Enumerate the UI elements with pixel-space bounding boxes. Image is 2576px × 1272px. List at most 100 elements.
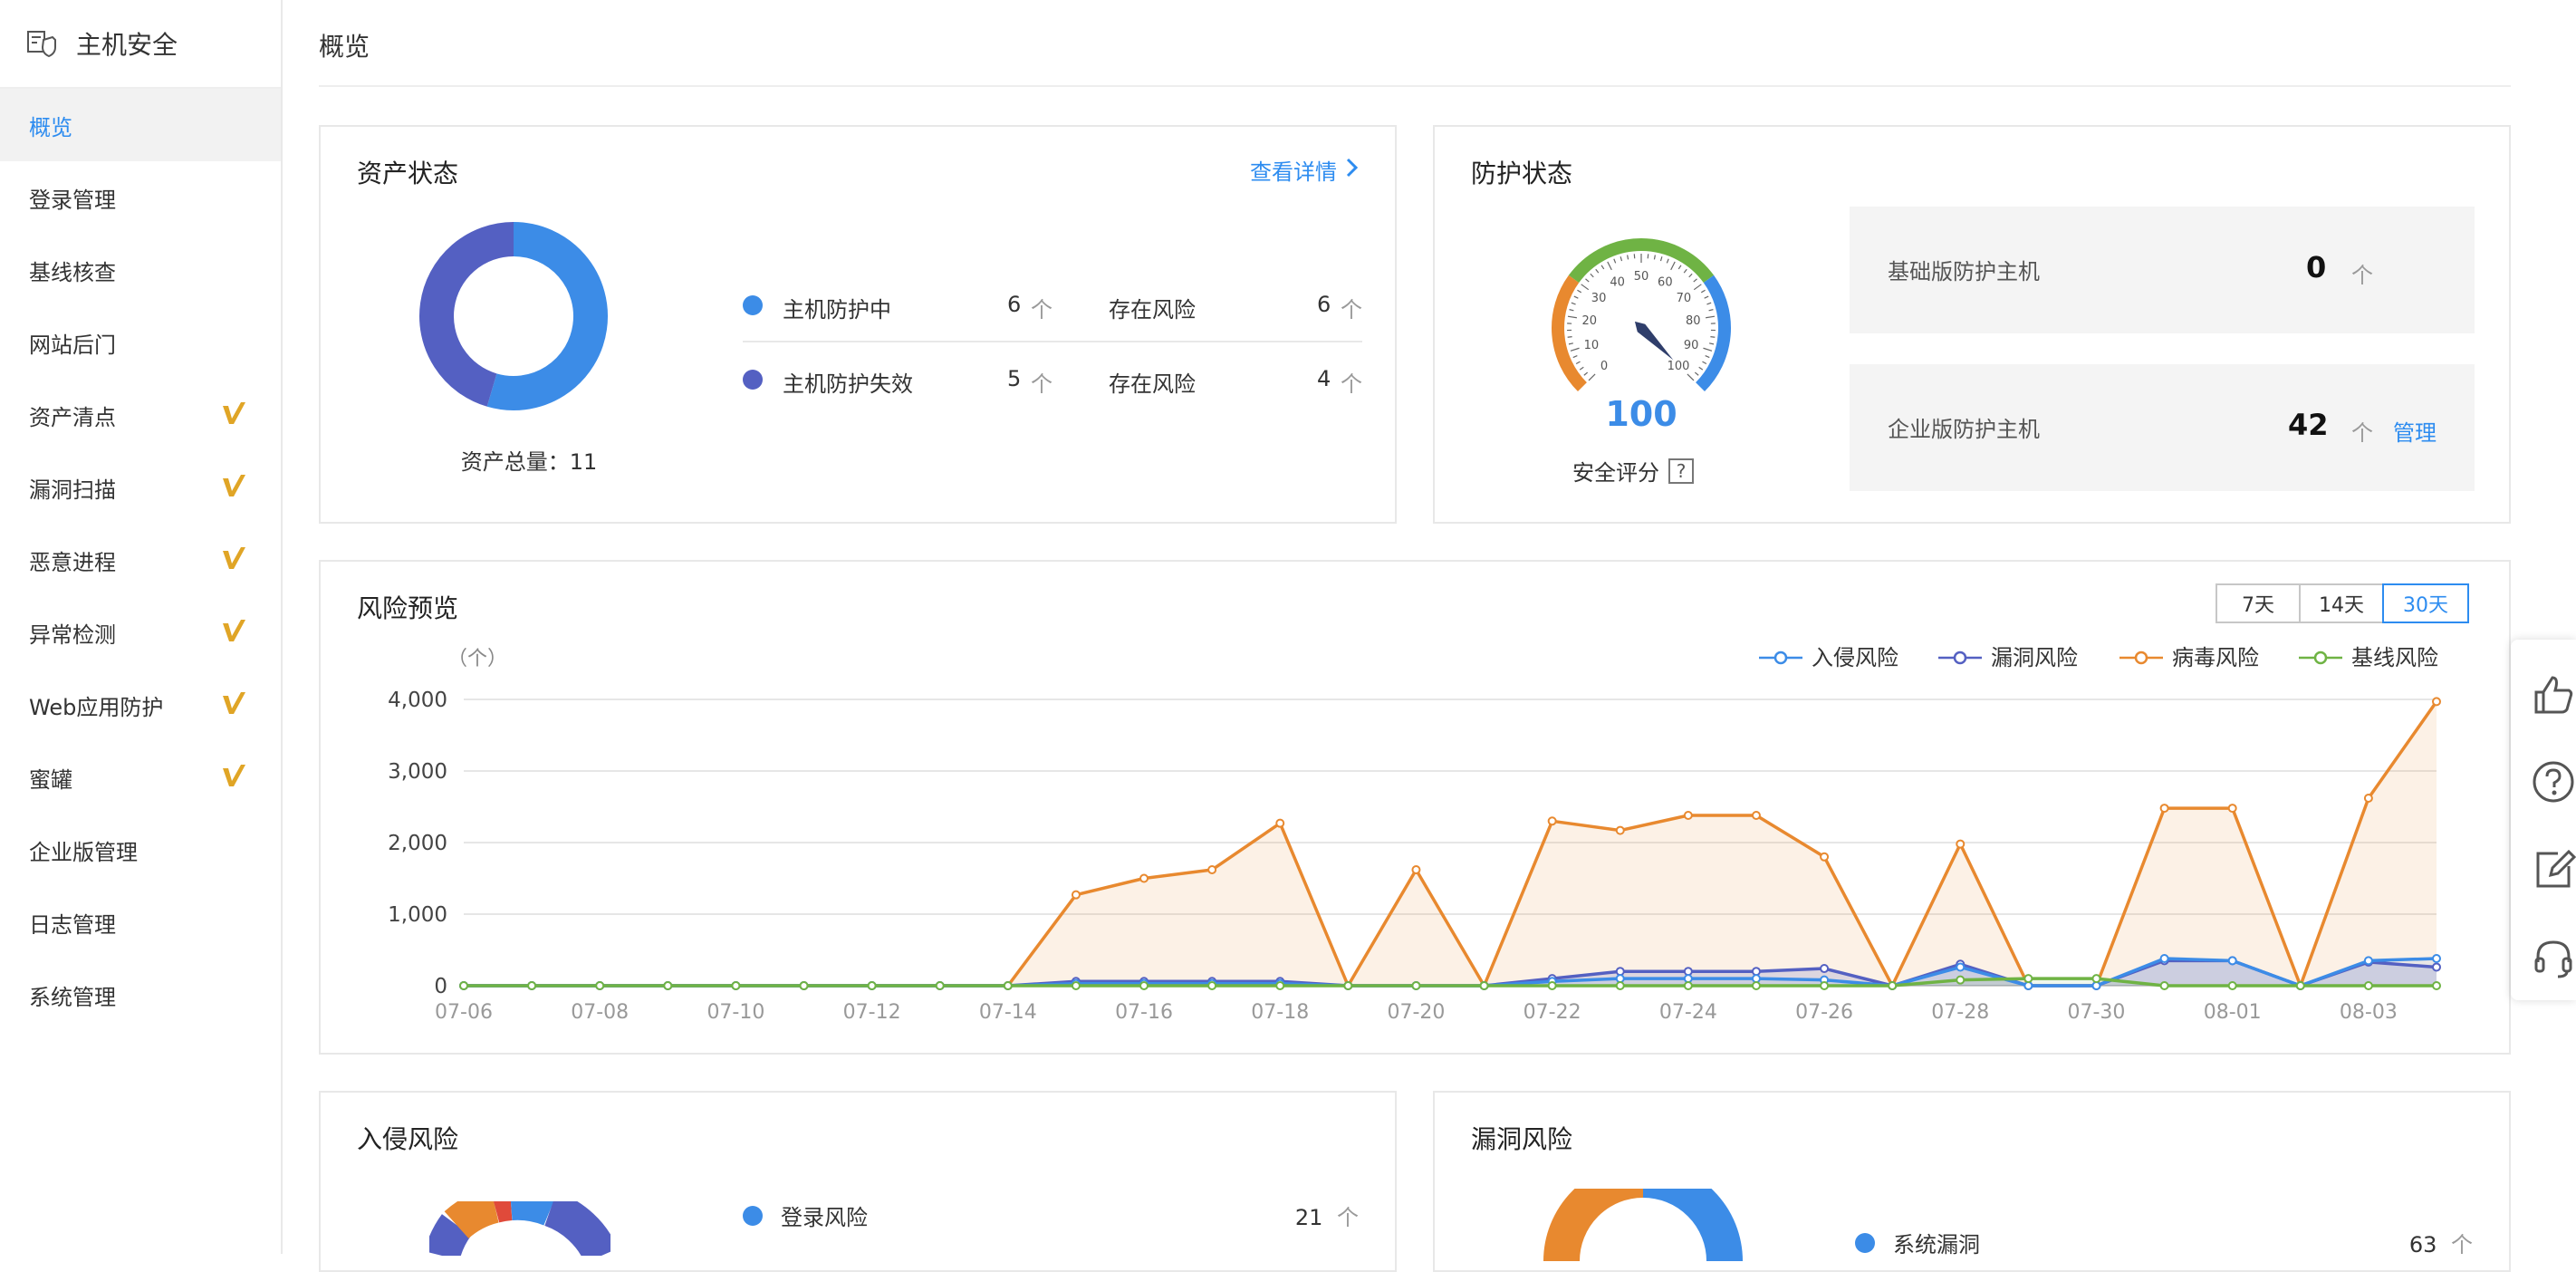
sidebar-item[interactable]: Web应用防护 bbox=[0, 669, 281, 741]
sidebar-item-label: 蜜罐 bbox=[29, 762, 72, 794]
help-circle-icon[interactable] bbox=[2531, 759, 2576, 805]
customer-service-icon[interactable] bbox=[2531, 935, 2576, 980]
chevron-right-icon bbox=[1346, 158, 1359, 183]
x-tick-label: 07-08 bbox=[571, 1001, 629, 1024]
sidebar-item[interactable]: 恶意进程 bbox=[0, 524, 281, 596]
time-range-tab[interactable]: 30天 bbox=[2382, 583, 2469, 623]
gauge-tick bbox=[1684, 269, 1687, 273]
data-point bbox=[1956, 977, 1964, 984]
thumbs-up-icon[interactable] bbox=[2531, 672, 2576, 718]
legend-marker bbox=[2315, 652, 2326, 663]
gauge-tick bbox=[1620, 256, 1621, 261]
sidebar-item[interactable]: 系统管理 bbox=[0, 959, 281, 1031]
edit-feedback-icon[interactable] bbox=[2531, 846, 2576, 891]
protection-status-title: 防护状态 bbox=[1471, 154, 1572, 190]
data-point bbox=[2161, 982, 2168, 989]
sidebar-item[interactable]: 登录管理 bbox=[0, 161, 281, 234]
legend-dot bbox=[743, 295, 763, 315]
vip-badge-icon bbox=[221, 690, 246, 721]
gauge-tick bbox=[1584, 372, 1588, 375]
view-details-link[interactable]: 查看详情 bbox=[1250, 154, 1359, 186]
asset-donut-chart bbox=[418, 221, 609, 411]
data-point bbox=[1140, 982, 1148, 989]
data-point bbox=[2433, 698, 2440, 705]
asset-row: 主机防护失效5个存在风险4个 bbox=[743, 366, 1362, 393]
data-point bbox=[2161, 805, 2168, 812]
data-point bbox=[1753, 982, 1760, 989]
asset-row-divider bbox=[743, 341, 1362, 342]
gauge-tick bbox=[1608, 262, 1612, 270]
gauge-tick bbox=[1576, 361, 1580, 363]
gauge-tick bbox=[1628, 255, 1629, 259]
sidebar-item-label: 资产清点 bbox=[29, 400, 116, 431]
gauge-tick bbox=[1701, 290, 1705, 293]
sidebar-item[interactable]: 蜜罐 bbox=[0, 741, 281, 814]
legend-item[interactable]: 基线风险 bbox=[2299, 645, 2438, 670]
manage-link[interactable]: 管理 bbox=[2393, 415, 2437, 447]
data-point bbox=[2092, 975, 2100, 982]
sidebar-item-label: 企业版管理 bbox=[29, 834, 138, 866]
asset-row-risk-count: 4 bbox=[1317, 366, 1331, 391]
basic-protection-count: 0 bbox=[2306, 250, 2326, 284]
data-point bbox=[2229, 982, 2236, 989]
vuln-risk-card: 漏洞风险 系统漏洞 63 个 bbox=[1433, 1091, 2511, 1272]
data-point bbox=[596, 982, 603, 989]
gauge-tick bbox=[1581, 284, 1589, 290]
intrusion-risk-card: 入侵风险 登录风险 21 个 bbox=[319, 1091, 1397, 1272]
asset-row-name: 主机防护失效 bbox=[783, 366, 913, 398]
data-point bbox=[937, 982, 944, 989]
sidebar-item-label: 系统管理 bbox=[29, 979, 116, 1011]
x-tick-label: 07-10 bbox=[706, 1001, 764, 1024]
sidebar-item[interactable]: 日志管理 bbox=[0, 886, 281, 959]
floating-toolbar bbox=[2511, 640, 2576, 1000]
gauge-tick-label: 80 bbox=[1686, 314, 1701, 328]
data-point bbox=[460, 982, 467, 989]
host-security-icon bbox=[25, 27, 58, 60]
gauge-tick-label: 70 bbox=[1677, 292, 1692, 305]
x-tick-label: 07-06 bbox=[435, 1001, 493, 1024]
intrusion-risk-title: 入侵风险 bbox=[357, 1120, 458, 1156]
sidebar-item-label: 恶意进程 bbox=[29, 544, 116, 576]
login-risk-label: 登录风险 bbox=[781, 1200, 868, 1231]
y-tick-label: 4,000 bbox=[388, 689, 447, 712]
asset-status-title: 资产状态 bbox=[357, 154, 458, 190]
gauge-tick bbox=[1573, 356, 1578, 358]
sidebar-title: 主机安全 bbox=[76, 25, 178, 62]
legend-item[interactable]: 漏洞风险 bbox=[1938, 645, 2078, 670]
sidebar-item[interactable]: 基线核查 bbox=[0, 234, 281, 306]
intrusion-donut-chart bbox=[429, 1201, 610, 1256]
sidebar: 主机安全 概览登录管理基线核查网站后门资产清点漏洞扫描恶意进程异常检测Web应用… bbox=[0, 0, 283, 1254]
legend-item[interactable]: 病毒风险 bbox=[2119, 645, 2259, 670]
sidebar-item[interactable]: 漏洞扫描 bbox=[0, 451, 281, 524]
intrusion-item-login: 登录风险 bbox=[743, 1200, 868, 1231]
legend-dot bbox=[743, 1206, 763, 1226]
data-point bbox=[1208, 866, 1216, 873]
sidebar-item[interactable]: 网站后门 bbox=[0, 306, 281, 379]
data-point bbox=[2297, 982, 2304, 989]
legend-item[interactable]: 入侵风险 bbox=[1759, 645, 1898, 670]
x-tick-label: 07-12 bbox=[843, 1001, 901, 1024]
sidebar-menu: 概览登录管理基线核查网站后门资产清点漏洞扫描恶意进程异常检测Web应用防护蜜罐企… bbox=[0, 89, 281, 1031]
x-tick-label: 07-20 bbox=[1387, 1001, 1445, 1024]
data-point bbox=[2024, 975, 2032, 982]
data-point bbox=[1685, 812, 1692, 819]
data-point bbox=[801, 982, 808, 989]
data-point bbox=[1140, 875, 1148, 882]
data-point bbox=[2433, 963, 2440, 970]
basic-protection-unit: 个 bbox=[2351, 257, 2373, 289]
help-icon[interactable]: ? bbox=[1668, 458, 1694, 484]
enterprise-protection-unit: 个 bbox=[2351, 415, 2373, 447]
data-point bbox=[2365, 982, 2372, 989]
sidebar-item[interactable]: 资产清点 bbox=[0, 379, 281, 451]
data-point bbox=[1208, 982, 1216, 989]
sidebar-item[interactable]: 异常检测 bbox=[0, 596, 281, 669]
gauge-tick bbox=[1568, 337, 1572, 338]
data-point bbox=[2365, 795, 2372, 802]
sidebar-item[interactable]: 概览 bbox=[0, 89, 281, 161]
vip-badge-icon bbox=[221, 618, 246, 649]
y-tick-label: 2,000 bbox=[388, 832, 447, 855]
legend-dot bbox=[743, 370, 763, 390]
sidebar-item[interactable]: 企业版管理 bbox=[0, 814, 281, 886]
sidebar-item-label: 漏洞扫描 bbox=[29, 472, 116, 504]
page-title: 概览 bbox=[319, 27, 370, 63]
